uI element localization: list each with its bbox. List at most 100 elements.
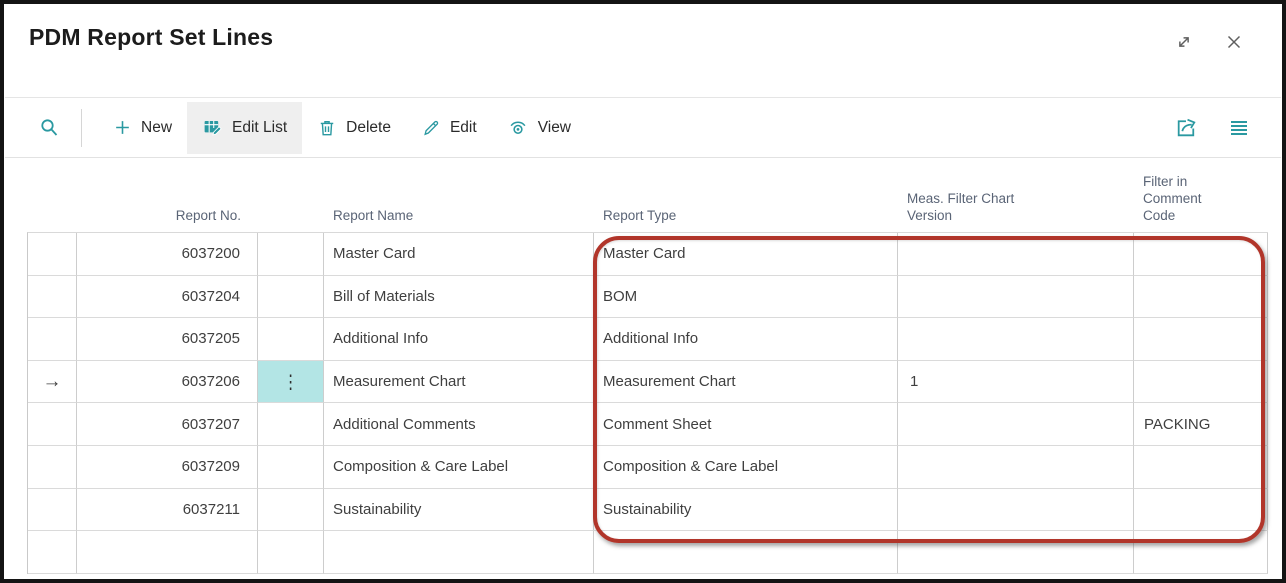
row-menu-cell-active[interactable]: ⋮ [258,361,324,404]
row-selector-cell[interactable] [28,531,77,574]
close-button[interactable] [1217,26,1251,58]
row-menu-cell[interactable] [258,531,324,574]
cell-meas-filter-chart-version[interactable] [898,446,1134,489]
share-icon [1174,115,1199,140]
table-row-selected[interactable]: → 6037206 ⋮ Measurement Chart Measuremen… [28,361,1268,404]
cell-filter-in-comment-code[interactable] [1134,318,1268,361]
new-button-label: New [141,119,172,137]
cell-filter-in-comment-code[interactable] [1134,446,1268,489]
diagonal-resize-icon [1173,31,1195,53]
header-report-no[interactable]: Report No. [77,158,258,232]
row-menu-cell[interactable] [258,446,324,489]
header-filter-in-comment-code[interactable]: Filter in Comment Code [1134,158,1268,232]
table-row[interactable]: 6037209 Composition & Care Label Composi… [28,446,1268,489]
cell-report-name[interactable] [324,531,594,574]
cell-report-type[interactable]: Comment Sheet [594,403,898,446]
cell-meas-filter-chart-version[interactable] [898,276,1134,319]
cell-report-type[interactable]: Master Card [594,233,898,276]
cell-filter-in-comment-code[interactable] [1134,276,1268,319]
close-icon [1223,31,1245,53]
eye-icon [507,117,529,139]
cell-report-type[interactable]: Sustainability [594,489,898,532]
search-icon [37,116,61,140]
row-selector-cell[interactable] [28,446,77,489]
cell-report-no[interactable]: 6037207 [77,403,258,446]
cell-report-name[interactable]: Measurement Chart [324,361,594,404]
edit-list-icon [202,117,223,138]
table-row-empty[interactable] [28,531,1268,574]
row-selector-cell[interactable]: → [28,361,77,404]
table-row[interactable]: 6037205 Additional Info Additional Info [28,318,1268,361]
cell-report-type[interactable]: BOM [594,276,898,319]
row-menu-cell[interactable] [258,233,324,276]
cell-report-type[interactable]: Additional Info [594,318,898,361]
cell-filter-in-comment-code[interactable] [1134,361,1268,404]
cell-meas-filter-chart-version[interactable] [898,531,1134,574]
delete-button[interactable]: Delete [302,102,406,154]
row-selector-cell[interactable] [28,233,77,276]
cell-filter-in-comment-code[interactable] [1134,531,1268,574]
header-selector [27,158,77,232]
row-selector-cell[interactable] [28,318,77,361]
edit-button-label: Edit [450,119,477,137]
title-bar: PDM Report Set Lines [5,0,1281,97]
cell-report-name[interactable]: Additional Comments [324,403,594,446]
cell-report-no[interactable]: 6037211 [77,489,258,532]
plus-icon [113,118,132,137]
cell-meas-filter-chart-version[interactable] [898,318,1134,361]
cell-report-name[interactable]: Bill of Materials [324,276,594,319]
expand-button[interactable] [1167,26,1201,58]
list-options-button[interactable] [1221,110,1257,146]
cell-report-name[interactable]: Master Card [324,233,594,276]
table-row[interactable]: 6037204 Bill of Materials BOM [28,276,1268,319]
cell-meas-filter-chart-version[interactable]: 1 [898,361,1134,404]
pdm-report-set-lines-dialog: PDM Report Set Lines [0,0,1286,583]
edit-list-button-label: Edit List [232,119,287,137]
cell-report-type[interactable]: Measurement Chart [594,361,898,404]
delete-button-label: Delete [346,119,391,137]
row-menu-cell[interactable] [258,318,324,361]
table-row[interactable]: 6037200 Master Card Master Card [28,233,1268,276]
cell-report-name[interactable]: Additional Info [324,318,594,361]
new-button[interactable]: New [98,102,187,154]
cell-filter-in-comment-code[interactable]: PACKING [1134,403,1268,446]
cell-meas-filter-chart-version[interactable] [898,233,1134,276]
cell-filter-in-comment-code[interactable] [1134,233,1268,276]
header-report-type[interactable]: Report Type [594,158,898,232]
edit-list-button[interactable]: Edit List [187,102,302,154]
header-meas-filter-chart-version[interactable]: Meas. Filter Chart Version [898,158,1134,232]
cell-report-no[interactable]: 6037204 [77,276,258,319]
table-row[interactable]: 6037211 Sustainability Sustainability [28,489,1268,532]
cell-meas-filter-chart-version[interactable] [898,489,1134,532]
share-button[interactable] [1168,109,1205,146]
cell-report-name[interactable]: Composition & Care Label [324,446,594,489]
row-selector-cell[interactable] [28,489,77,532]
cell-report-no[interactable]: 6037209 [77,446,258,489]
row-menu-cell[interactable] [258,403,324,446]
row-menu-cell[interactable] [258,489,324,532]
row-selector-cell[interactable] [28,403,77,446]
edit-button[interactable]: Edit [406,102,492,154]
header-report-name[interactable]: Report Name [324,158,594,232]
row-menu-dots-icon: ⋮ [283,370,298,393]
cell-report-no[interactable]: 6037206 [77,361,258,404]
row-menu-cell[interactable] [258,276,324,319]
cell-report-type[interactable] [594,531,898,574]
list-lines-icon [1227,116,1251,140]
table-row[interactable]: 6037207 Additional Comments Comment Shee… [28,403,1268,446]
cell-report-name[interactable]: Sustainability [324,489,594,532]
cell-report-no[interactable] [77,531,258,574]
pencil-icon [421,118,441,138]
toolbar-right-group [1168,98,1257,157]
view-button[interactable]: View [492,102,586,154]
current-row-arrow-icon: → [43,372,62,391]
cell-report-no[interactable]: 6037205 [77,318,258,361]
row-selector-cell[interactable] [28,276,77,319]
table-header-row: Report No. Report Name Report Type Meas.… [27,158,1268,232]
search-button[interactable] [31,110,67,146]
cell-meas-filter-chart-version[interactable] [898,403,1134,446]
cell-report-type[interactable]: Composition & Care Label [594,446,898,489]
header-row-menu [258,158,324,232]
cell-filter-in-comment-code[interactable] [1134,489,1268,532]
cell-report-no[interactable]: 6037200 [77,233,258,276]
